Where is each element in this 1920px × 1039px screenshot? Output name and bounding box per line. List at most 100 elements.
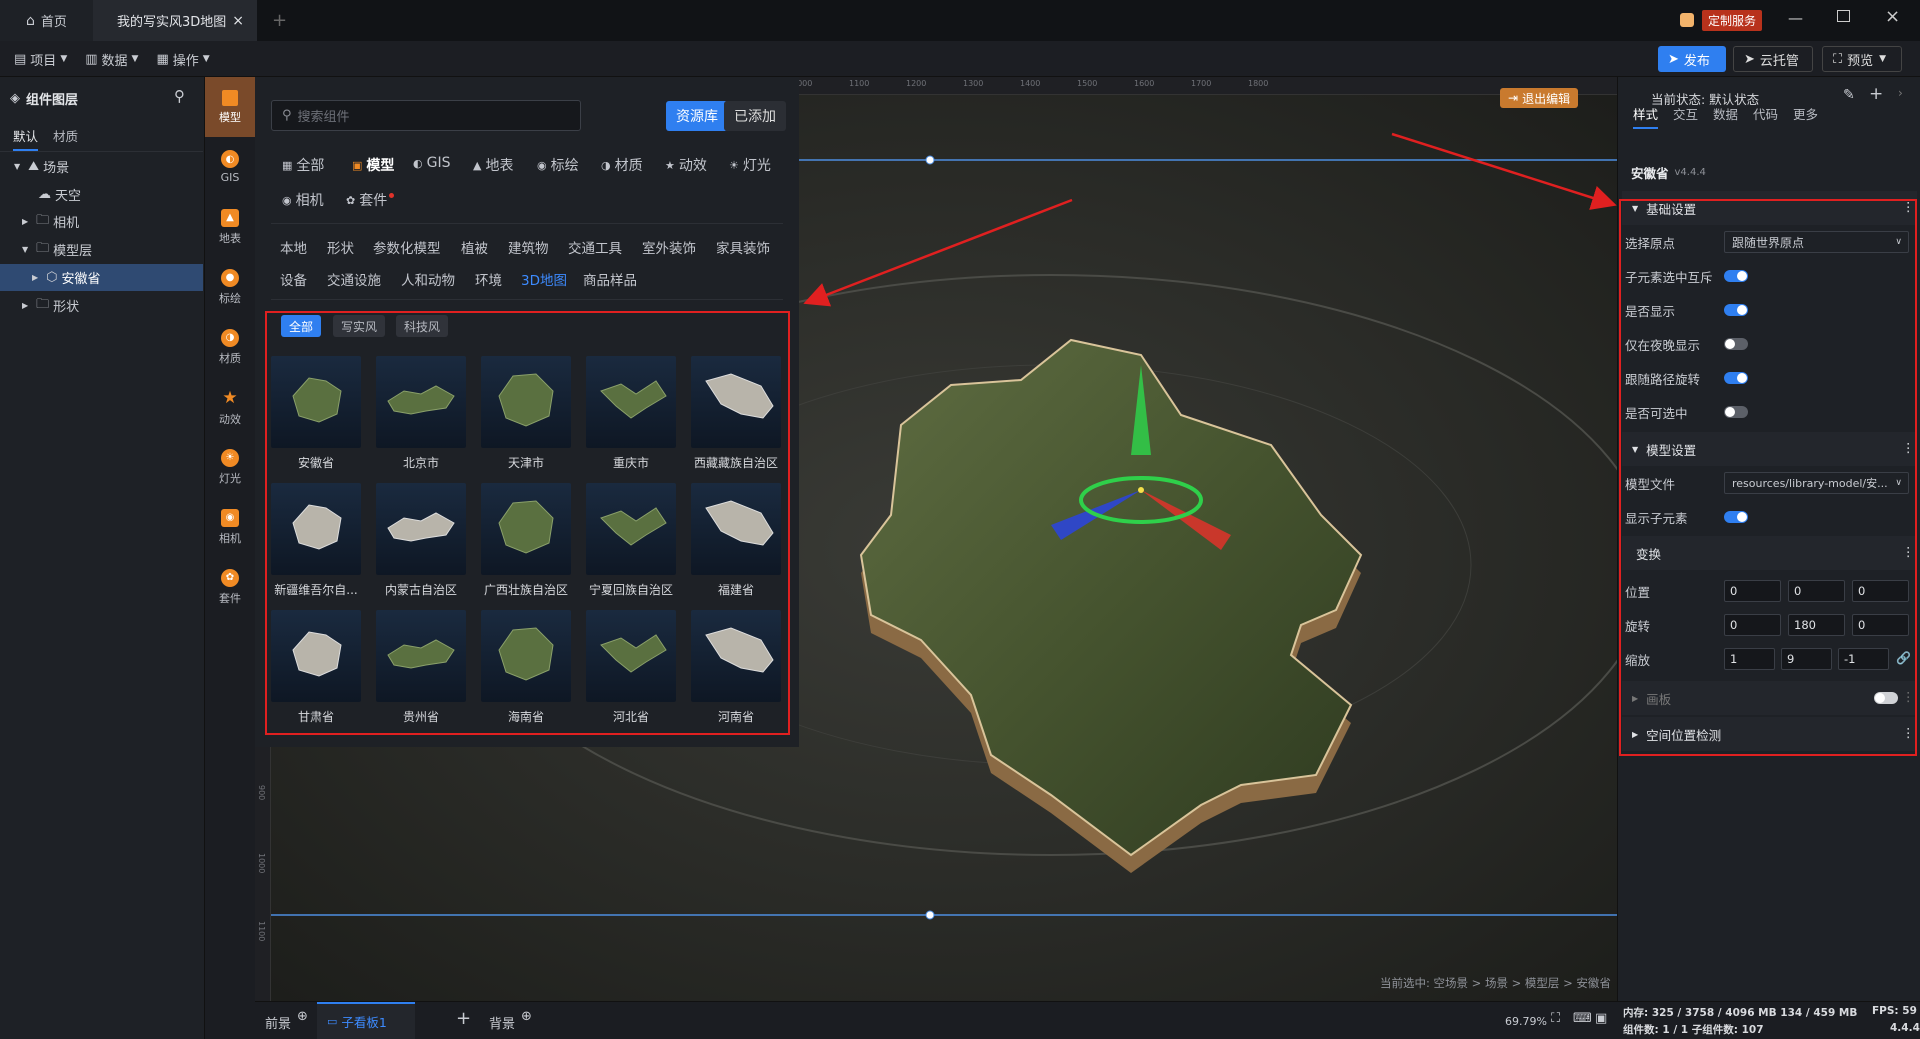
filter-effect[interactable]: ★ 动效 xyxy=(665,155,707,175)
minimize-button[interactable]: — xyxy=(1788,9,1803,27)
back-layer-tab[interactable]: 背景 xyxy=(489,1013,515,1032)
exit-edit-button[interactable]: ⇥ 退出编辑 xyxy=(1500,88,1579,108)
category-parametric[interactable]: 参数化模型 xyxy=(373,237,441,257)
memory-stats: 内存: 325 / 3758 / 4096 MB 134 / 459 MB xyxy=(1623,1007,1858,1019)
publish-button[interactable]: ➤ 发布 xyxy=(1658,46,1726,72)
search-input[interactable]: ⚲ 搜索组件 xyxy=(271,100,581,131)
tab-more[interactable]: 更多 xyxy=(1793,104,1818,123)
chevron-right-icon[interactable]: › xyxy=(1898,86,1903,100)
sky-icon: ☁ xyxy=(38,187,51,202)
filter-gis[interactable]: ◐ GIS xyxy=(413,155,450,171)
filter-kit[interactable]: ✿ 套件 xyxy=(346,190,395,210)
add-circle-icon[interactable]: ⊕ xyxy=(297,1009,308,1024)
cloud-host-button[interactable]: ➤ 云托管 xyxy=(1733,46,1813,72)
filter-camera[interactable]: ◉ 相机 xyxy=(282,190,324,210)
category-kit[interactable]: ✿ 套件 xyxy=(205,557,255,617)
layer-tab-material[interactable]: 材质 xyxy=(53,126,78,145)
search-icon[interactable]: ⚲ xyxy=(174,87,185,105)
terminal-icon[interactable]: ▣ xyxy=(1595,1011,1607,1026)
tab-document[interactable]: 我的写实风3D地图 × xyxy=(93,0,257,41)
category-product-samples[interactable]: 商品样品 xyxy=(583,269,637,289)
material-icon: ◑ xyxy=(221,328,239,347)
category-effect[interactable]: ★ 动效 xyxy=(205,377,255,437)
menu-operate[interactable]: ▦ 操作 ▼ xyxy=(156,50,209,69)
layer-tab-material-label: 材质 xyxy=(53,129,79,144)
filter-marker[interactable]: ◉ 标绘 xyxy=(537,155,579,175)
category-building[interactable]: 建筑物 xyxy=(508,237,549,257)
tab-resource-library[interactable]: 资源库 xyxy=(666,101,728,131)
tab-home[interactable]: ⌂ 首页 xyxy=(0,0,93,41)
category-model[interactable]: 模型 xyxy=(205,77,255,137)
tree-item-scene[interactable]: ▼ ⛰ 场景 xyxy=(0,153,203,180)
maximize-button[interactable] xyxy=(1837,10,1850,22)
tab-style[interactable]: 样式 xyxy=(1633,104,1659,129)
folder-icon: 🗀 xyxy=(36,296,50,312)
category-local[interactable]: 本地 xyxy=(280,237,307,257)
fit-icon[interactable]: ⛶ xyxy=(1551,1011,1560,1026)
layer-panel: ◈ 组件图层 ⚲ 默认 材质 ▼ ⛰ 场景 ☁ 天空 ▶ 🗀 相机 ▼ 🗀 模型… xyxy=(0,77,205,1039)
tab-data[interactable]: 数据 xyxy=(1713,104,1738,123)
selection-handle-top[interactable] xyxy=(925,155,935,165)
layer-tab-default[interactable]: 默认 xyxy=(13,126,39,151)
category-shape[interactable]: 形状 xyxy=(327,237,354,257)
component-name: 安徽省 xyxy=(1631,166,1669,181)
grid-icon: ▦ xyxy=(282,158,293,172)
category-outdoor-decor[interactable]: 室外装饰 xyxy=(642,237,696,257)
tab-code[interactable]: 代码 xyxy=(1753,104,1778,123)
close-tab-icon[interactable]: × xyxy=(232,13,244,29)
category-equipment[interactable]: 设备 xyxy=(280,269,307,289)
tree-label-sky: 天空 xyxy=(55,189,82,204)
tab-interaction[interactable]: 交互 xyxy=(1673,104,1698,123)
filter-material[interactable]: ◑ 材质 xyxy=(601,155,643,175)
tab-added[interactable]: 已添加 xyxy=(724,101,786,131)
sub-board-label: 子看板1 xyxy=(341,1015,387,1030)
app-version: 4.4.4 xyxy=(1890,1022,1920,1034)
category-people-animals[interactable]: 人和动物 xyxy=(401,269,455,289)
filter-surface[interactable]: ▲ 地表 xyxy=(473,155,513,175)
zoom-level[interactable]: 69.79% xyxy=(1505,1015,1547,1028)
front-layer-tab[interactable]: 前景 xyxy=(265,1013,291,1032)
annotation-box-library xyxy=(265,311,790,735)
menu-data[interactable]: ▥ 数据 ▼ xyxy=(85,50,138,69)
custom-service-button[interactable]: 定制服务 xyxy=(1680,9,1763,31)
tree-item-model-layer[interactable]: ▼ 🗀 模型层 xyxy=(0,236,203,263)
add-icon[interactable]: + xyxy=(1869,84,1883,104)
add-board-icon[interactable]: + xyxy=(456,1008,471,1029)
tree-item-anhui[interactable]: ▶ ⬡ 安徽省 xyxy=(0,264,203,291)
keyboard-icon[interactable]: ⌨ xyxy=(1573,1011,1592,1026)
selection-handle-bottom[interactable] xyxy=(925,910,935,920)
category-surface[interactable]: ▲ 地表 xyxy=(205,197,255,257)
menu-project[interactable]: ▤ 项目 ▼ xyxy=(14,50,67,69)
new-tab-button[interactable]: + xyxy=(272,10,287,31)
category-vehicle[interactable]: 交通工具 xyxy=(568,237,622,257)
category-camera[interactable]: ◉ 相机 xyxy=(205,497,255,557)
close-window-button[interactable]: × xyxy=(1885,6,1900,27)
add-circle-icon[interactable]: ⊕ xyxy=(521,1009,532,1024)
search-icon: ⚲ xyxy=(282,108,292,123)
category-environment[interactable]: 环境 xyxy=(475,269,502,289)
edit-icon[interactable]: ✎ xyxy=(1843,87,1855,103)
send-icon: ➤ xyxy=(1744,51,1755,67)
tab-resource-library-label: 资源库 xyxy=(676,109,718,125)
preview-button[interactable]: ⛶ 预览 ▼ xyxy=(1822,46,1902,72)
category-vegetation[interactable]: 植被 xyxy=(461,237,488,257)
gizmo-center[interactable] xyxy=(1138,487,1144,493)
filter-all[interactable]: ▦ 全部 xyxy=(282,155,324,175)
layer-panel-title: 组件图层 xyxy=(26,93,79,108)
tree-item-camera[interactable]: ▶ 🗀 相机 xyxy=(0,208,203,235)
category-furniture[interactable]: 家具装饰 xyxy=(716,237,770,257)
filter-camera-label: 相机 xyxy=(295,193,324,209)
filter-model[interactable]: ▣ 模型 xyxy=(352,155,394,175)
category-effect-label: 动效 xyxy=(219,412,241,426)
tree-item-shape[interactable]: ▶ 🗀 形状 xyxy=(0,292,203,319)
category-material[interactable]: ◑ 材质 xyxy=(205,317,255,377)
category-3d-map[interactable]: 3D地图 xyxy=(521,269,567,289)
filter-light[interactable]: ☀ 灯光 xyxy=(729,155,771,175)
category-light[interactable]: ☀ 灯光 xyxy=(205,437,255,497)
category-traffic-facility[interactable]: 交通设施 xyxy=(327,269,381,289)
category-marker[interactable]: ● 标绘 xyxy=(205,257,255,317)
category-kit-label: 套件 xyxy=(219,591,241,605)
sub-board-tab[interactable]: ▭ 子看板1 xyxy=(317,1002,415,1039)
tree-item-sky[interactable]: ☁ 天空 xyxy=(0,181,203,208)
category-gis[interactable]: ◐ GIS xyxy=(205,137,255,197)
